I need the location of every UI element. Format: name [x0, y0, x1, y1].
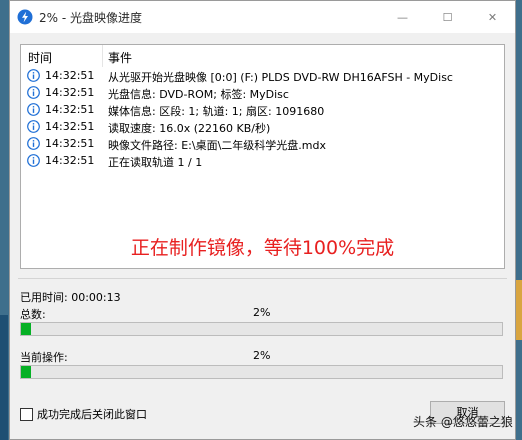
watermark-text: 头条 @悠悠蕾之狼 [413, 415, 513, 429]
column-header-event[interactable]: 事件 [108, 49, 132, 66]
maximize-icon: ☐ [442, 10, 453, 24]
column-header-time[interactable]: 时间 [28, 49, 52, 66]
log-row[interactable]: 14:32:51 映像文件路径: E:\桌面\二年级科学光盘.mdx [21, 135, 504, 152]
maximize-button[interactable]: ☐ [425, 1, 470, 33]
info-icon [27, 103, 40, 116]
log-row-time: 14:32:51 [45, 154, 95, 167]
log-row-message: 正在读取轨道 1 / 1 [108, 156, 203, 169]
minimize-icon: — [397, 10, 408, 24]
total-progress-bar [20, 322, 503, 336]
current-operation-label: 当前操作: [20, 351, 68, 364]
annotation-overlay: 正在制作镜像，等待100%完成 [130, 237, 395, 259]
total-percent: 2% [253, 306, 271, 319]
background-desktop-edge [0, 315, 8, 440]
window-title: 2% - 光盘映像进度 [39, 11, 142, 25]
close-button[interactable]: ✕ [470, 1, 515, 33]
current-progress-fill [21, 366, 31, 378]
log-row-message: 媒体信息: 区段: 1; 轨道: 1; 扇区: 1091680 [108, 105, 325, 118]
close-on-complete-checkbox[interactable] [20, 407, 33, 421]
total-label: 总数: [20, 308, 46, 321]
info-icon [27, 69, 40, 82]
log-row-time: 14:32:51 [45, 120, 95, 133]
event-log[interactable]: 时间 事件 14:32:51 从光驱开始光盘映像 [0:0] (F:) PLDS … [20, 44, 505, 269]
info-icon [27, 154, 40, 167]
elapsed-time: 已用时间: 00:00:13 [20, 291, 121, 304]
total-progress-fill [21, 323, 31, 335]
log-row[interactable]: 14:32:51 媒体信息: 区段: 1; 轨道: 1; 扇区: 1091680 [21, 101, 504, 118]
log-row[interactable]: 14:32:51 读取速度: 16.0x (22160 KB/秒) [21, 118, 504, 135]
log-header: 时间 事件 [21, 45, 504, 67]
title-bar: 2% - 光盘映像进度 — ☐ ✕ [10, 1, 515, 33]
log-row-time: 14:32:51 [45, 69, 95, 82]
progress-dialog: 2% - 光盘映像进度 — ☐ ✕ 时间 事件 14:32:51 从光驱开始光盘映… [9, 0, 516, 440]
divider [18, 278, 507, 279]
info-icon [27, 137, 40, 150]
close-on-complete-option[interactable]: 成功完成后关闭此窗口 [20, 406, 147, 422]
info-icon [27, 120, 40, 133]
column-divider[interactable] [102, 45, 103, 67]
log-row-message: 读取速度: 16.0x (22160 KB/秒) [108, 122, 271, 135]
current-percent: 2% [253, 349, 271, 362]
log-row[interactable]: 14:32:51 正在读取轨道 1 / 1 [21, 152, 504, 169]
current-progress-bar [20, 365, 503, 379]
minimize-button[interactable]: — [380, 1, 425, 33]
log-row-message: 光盘信息: DVD-ROM; 标签: MyDisc [108, 88, 289, 101]
log-row-time: 14:32:51 [45, 86, 95, 99]
info-icon [27, 86, 40, 99]
lightning-app-icon [17, 9, 33, 25]
log-row[interactable]: 14:32:51 光盘信息: DVD-ROM; 标签: MyDisc [21, 84, 504, 101]
log-row-message: 从光驱开始光盘映像 [0:0] (F:) PLDS DVD-RW DH16AFS… [108, 71, 453, 84]
log-row[interactable]: 14:32:51 从光驱开始光盘映像 [0:0] (F:) PLDS DVD-RW… [21, 67, 504, 84]
close-on-complete-label: 成功完成后关闭此窗口 [37, 408, 147, 421]
log-row-time: 14:32:51 [45, 137, 95, 150]
log-row-time: 14:32:51 [45, 103, 95, 116]
close-icon: ✕ [487, 10, 498, 24]
log-row-message: 映像文件路径: E:\桌面\二年级科学光盘.mdx [108, 139, 326, 152]
